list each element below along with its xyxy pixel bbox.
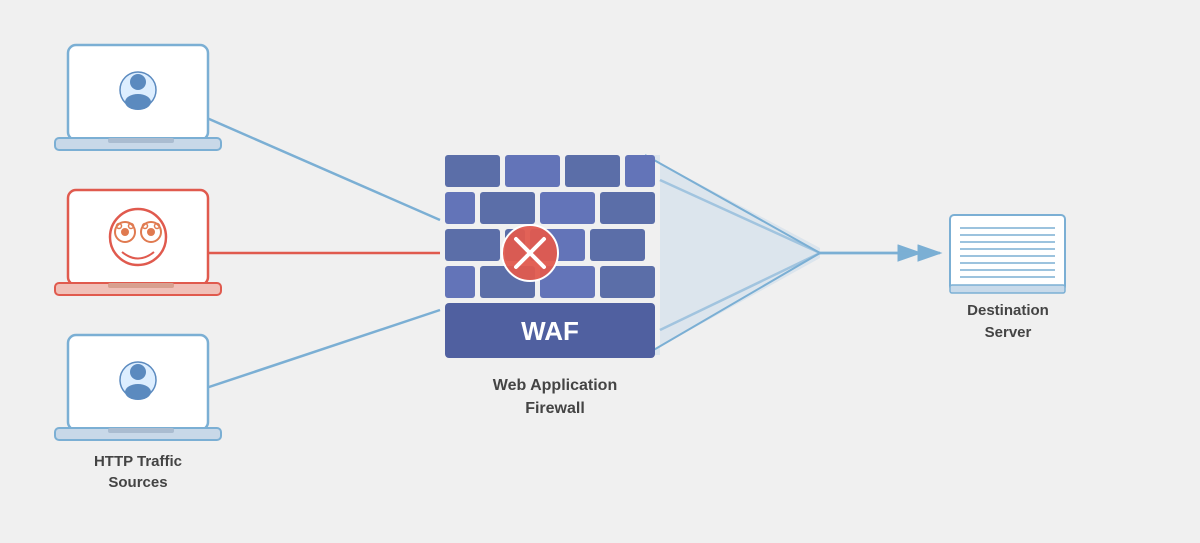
svg-text:Firewall: Firewall [525,400,585,417]
svg-text:WAF: WAF [521,316,579,346]
svg-text:Server: Server [985,324,1032,341]
diagram: WAF Web Application Firewall HTTP Traf [0,0,1200,543]
laptop-bottom [55,335,221,440]
svg-text:Web Application: Web Application [493,377,617,394]
svg-text:HTTP Traffic: HTTP Traffic [94,453,182,470]
laptop-evil [55,190,221,295]
svg-text:Sources: Sources [108,474,167,491]
svg-text:Destination: Destination [967,302,1049,319]
destination-server [950,215,1065,293]
laptop-top [55,45,221,150]
